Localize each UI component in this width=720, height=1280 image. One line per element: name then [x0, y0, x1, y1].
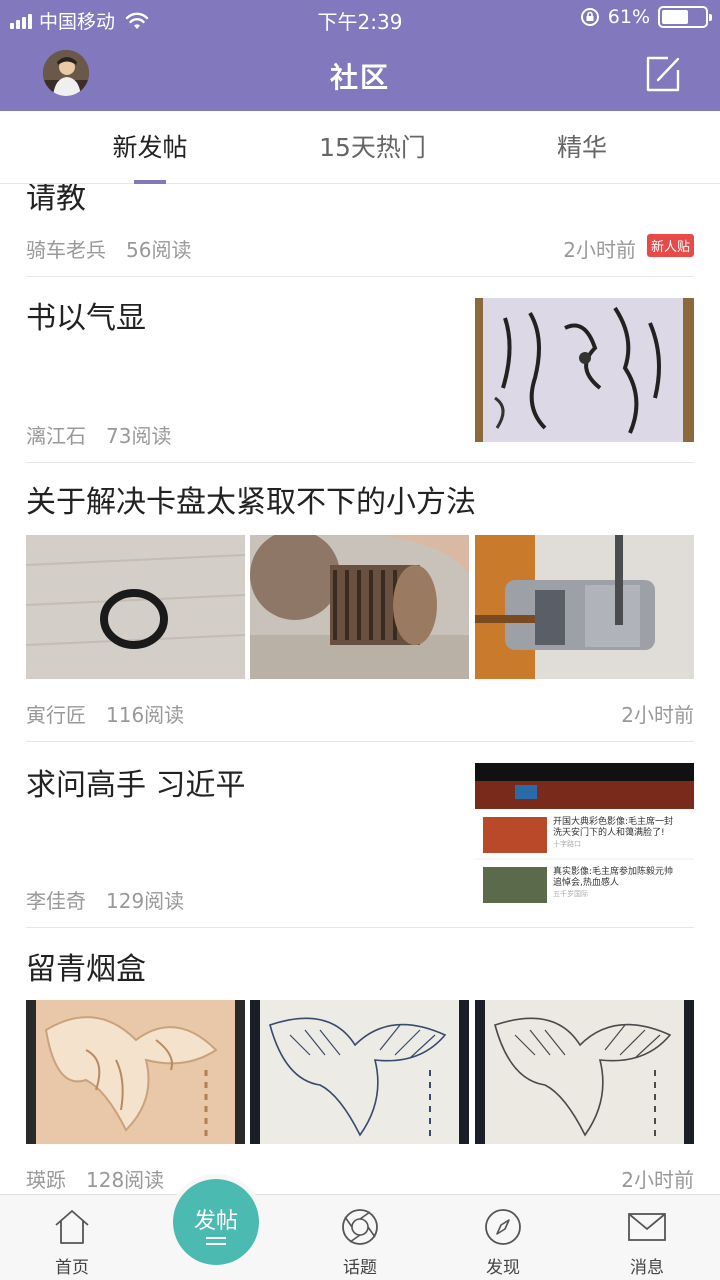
post-author: 李佳奇 — [26, 889, 86, 913]
post-reads: 73阅读 — [106, 424, 172, 448]
post-thumbnail[interactable]: 开国大典彩色影像:毛主席一封 洗天安门下的人和蔼满脸了! 十字路口 真实影像:毛… — [475, 763, 694, 907]
tab-15day-hot[interactable]: 15天热门 — [290, 111, 455, 184]
post-title: 关于解决卡盘太紧取不下的小方法 — [26, 485, 476, 520]
mail-icon — [628, 1213, 666, 1241]
nav-label: 首页 — [55, 1258, 89, 1278]
bottom-tab-bar: 首页 话题 发现 消息 — [0, 1194, 720, 1280]
post-feed[interactable]: 请教 骑车老兵 56阅读 2小时前 新人贴 书以气显 漓江石 73阅读 关于解决卡盘… — [0, 184, 720, 1194]
post-thumbnail[interactable] — [250, 1000, 469, 1144]
nav-topics[interactable]: 话题 — [315, 1195, 405, 1280]
post-title: 请教 — [26, 184, 86, 216]
post-meta: 骑车老兵 56阅读 — [26, 234, 191, 263]
post-item[interactable]: 求问高手 习近平 李佳奇 129阅读 开国大典彩色影像:毛主席一封 洗天安门下的人… — [26, 742, 694, 928]
post-reads: 129阅读 — [106, 889, 185, 913]
compose-icon[interactable] — [644, 54, 682, 94]
post-reads: 116阅读 — [106, 703, 185, 727]
thumb-caption: 开国大典彩色影像:毛主席一封 — [553, 817, 674, 827]
post-reads: 128阅读 — [86, 1168, 165, 1192]
post-title: 求问高手 习近平 — [26, 768, 246, 803]
post-time: 2小时前 — [621, 1168, 694, 1192]
post-thumbnail[interactable] — [250, 535, 469, 679]
thumb-caption: 真实影像:毛主席参加陈毅元帅 — [553, 867, 674, 877]
post-item[interactable]: 书以气显 漓江石 73阅读 — [26, 277, 694, 463]
post-title: 留青烟盒 — [26, 952, 146, 987]
post-thumbnail[interactable] — [26, 535, 245, 679]
post-thumbnail[interactable] — [26, 1000, 245, 1144]
page-title: 社区 — [329, 61, 390, 94]
thumb-caption: 追悼会,热血感人 — [553, 878, 619, 888]
post-time: 2小时前 — [621, 703, 694, 727]
tab-featured[interactable]: 精华 — [520, 111, 644, 184]
post-meta: 瑛跞 128阅读 — [26, 1164, 164, 1193]
post-author: 漓江石 — [26, 424, 86, 448]
post-thumbnail[interactable] — [475, 298, 694, 442]
thumb-source: 五千岁国际 — [553, 890, 588, 898]
nav-label: 话题 — [343, 1258, 377, 1278]
aperture-icon — [342, 1209, 378, 1245]
post-author: 寅行匠 — [26, 703, 86, 727]
tab-label: 精华 — [556, 133, 607, 162]
compass-icon — [485, 1209, 521, 1245]
post-author: 骑车老兵 — [26, 238, 106, 262]
post-item[interactable]: 请教 骑车老兵 56阅读 2小时前 新人贴 — [26, 184, 694, 277]
post-item[interactable]: 关于解决卡盘太紧取不下的小方法 寅行匠 116阅读 2小时前 — [26, 463, 694, 742]
menu-lines-icon — [206, 1237, 226, 1249]
thumb-source: 十字路口 — [553, 840, 581, 848]
nav-label: 消息 — [630, 1258, 664, 1278]
status-bar: 中国移动 下午2:39 61% — [0, 0, 720, 38]
create-post-button[interactable]: 发帖 — [168, 1174, 264, 1270]
rotation-lock-icon — [580, 8, 599, 26]
post-meta: 李佳奇 129阅读 — [26, 885, 184, 914]
post-meta: 漓江石 73阅读 — [26, 420, 171, 449]
home-icon — [55, 1210, 89, 1244]
tab-label: 15天热门 — [319, 133, 426, 162]
create-post-button-inner[interactable]: 发帖 — [173, 1179, 259, 1265]
thumb-caption: 洗天安门下的人和蔼满脸了! — [553, 828, 665, 838]
nav-discover[interactable]: 发现 — [458, 1195, 548, 1280]
post-meta: 寅行匠 116阅读 — [26, 699, 184, 728]
post-thumbnail[interactable] — [475, 1000, 694, 1144]
battery-icon — [658, 6, 712, 28]
tab-new-posts[interactable]: 新发帖 — [75, 111, 225, 184]
post-time: 2小时前 — [563, 238, 636, 262]
post-reads: 56阅读 — [126, 238, 192, 262]
app-header: 中国移动 下午2:39 61% 社区 — [0, 0, 720, 111]
tab-label: 新发帖 — [112, 133, 188, 162]
post-author: 瑛跞 — [26, 1168, 66, 1192]
nav-label: 发现 — [486, 1258, 520, 1278]
post-thumbnail[interactable] — [475, 535, 694, 679]
create-post-label: 发帖 — [193, 1209, 238, 1234]
post-title: 书以气显 — [26, 301, 146, 336]
feed-tabs: 新发帖 15天热门 精华 — [0, 111, 720, 184]
nav-messages[interactable]: 消息 — [602, 1195, 692, 1280]
new-user-badge: 新人贴 — [646, 234, 694, 257]
battery-percent: 61% — [607, 6, 650, 28]
post-item[interactable]: 留青烟盒 瑛跞 128阅读 2小时前 — [26, 928, 694, 1194]
nav-home[interactable]: 首页 — [27, 1195, 117, 1280]
